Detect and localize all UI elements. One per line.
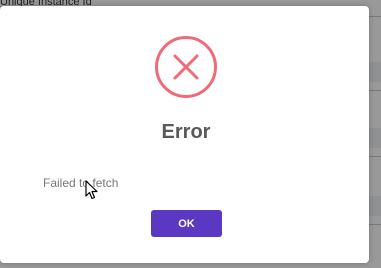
ok-button[interactable]: OK — [151, 210, 222, 237]
dialog-message: Failed to fetch — [43, 176, 119, 190]
mouse-pointer-icon — [85, 180, 98, 200]
error-dialog: Error Failed to fetch OK — [0, 6, 369, 263]
dialog-title: Error — [161, 121, 211, 143]
error-x-circle-icon — [155, 36, 217, 98]
